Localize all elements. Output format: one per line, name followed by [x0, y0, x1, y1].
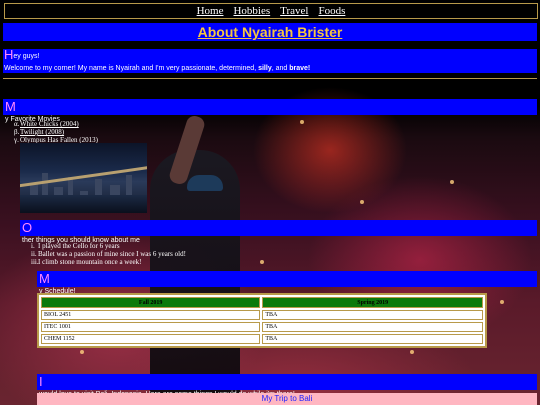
water: [20, 195, 147, 213]
intro-text-silly: silly: [258, 65, 272, 72]
top-navigation: Home Hobbies Travel Foods: [4, 3, 538, 19]
movie-link-white-chicks[interactable]: White Chicks (2004): [20, 120, 79, 128]
column-header-spring: Spring 2019: [262, 297, 483, 308]
table-cell: BIOL 2451: [41, 310, 261, 320]
performer-cap: [187, 175, 223, 191]
table-header-row: Fall 2019 Spring 2019: [41, 297, 483, 308]
fact-text: I climb stone mountain once a week!: [38, 258, 142, 266]
table-cell: TBA: [262, 322, 483, 332]
table-cell: CHEM 1152: [41, 334, 261, 344]
intro-section: Hey guys! Welcome to my corner! My name …: [3, 47, 537, 75]
other-facts-list: i. I played the Cello for 6 years ii.Ball…: [31, 242, 186, 266]
list-item: iii.I climb stone mountain once a week!: [31, 258, 186, 266]
schedule-table: Fall 2019 Spring 2019 BIOL 2451 TBA ITEC…: [37, 293, 487, 348]
stage-light: [260, 260, 264, 264]
movie-list: α.White Chicks (2004) β.Twilight (2008) …: [14, 120, 98, 144]
list-marker: iii.: [31, 258, 39, 266]
divider: [3, 78, 537, 79]
other-section-heading: Other things you should know about me: [20, 220, 537, 244]
movies-heading-initial: M: [5, 99, 16, 114]
stage-light: [410, 350, 414, 354]
column-header-fall: Fall 2019: [41, 297, 261, 308]
fact-text: I played the Cello for 6 years: [38, 242, 120, 250]
bali-heading-initial: I: [39, 374, 43, 389]
list-item: i. I played the Cello for 6 years: [31, 242, 186, 250]
list-marker: ii.: [31, 250, 37, 258]
list-item: α.White Chicks (2004): [14, 120, 98, 128]
nav-home-link[interactable]: Home: [197, 4, 224, 18]
intro-heading-rest: ey guys!: [13, 53, 40, 60]
intro-heading-initial: H: [4, 47, 14, 62]
nav-hobbies-link[interactable]: Hobbies: [233, 4, 270, 18]
intro-text-brave: brave!: [289, 65, 311, 72]
intro-text-start: Welcome to my corner! My name is Nyairah…: [4, 65, 259, 72]
table-row: ITEC 1001 TBA: [41, 322, 483, 332]
nav-travel-link[interactable]: Travel: [280, 4, 308, 18]
list-marker: i.: [31, 242, 35, 250]
intro-text: Welcome to my corner! My name is Nyairah…: [4, 63, 310, 75]
table-cell: TBA: [262, 310, 483, 320]
stage-light: [500, 300, 504, 304]
intro-heading: Hey guys!: [4, 47, 40, 63]
stage-light: [360, 200, 364, 204]
schedule-section-heading: My Schedule!: [37, 271, 537, 295]
stage-light: [80, 350, 84, 354]
fact-text: Ballet was a passion of mine since I was…: [38, 250, 186, 258]
movie-link-twilight[interactable]: Twilight (2008): [20, 128, 64, 136]
list-item: β.Twilight (2008): [14, 128, 98, 136]
movies-section-heading: My Favorite Movies: [3, 99, 537, 123]
nav-foods-link[interactable]: Foods: [318, 4, 345, 18]
trip-to-bali-link[interactable]: My Trip to Bali: [37, 393, 537, 405]
other-heading-initial: O: [22, 220, 33, 235]
table-cell: ITEC 1001: [41, 322, 261, 332]
city-bridge-image: [20, 143, 147, 213]
list-item: ii.Ballet was a passion of mine since I …: [31, 250, 186, 258]
table-row: CHEM 1152 TBA: [41, 334, 483, 344]
schedule-heading-initial: M: [39, 271, 50, 286]
table-row: BIOL 2451 TBA: [41, 310, 483, 320]
intro-text-mid: , and: [271, 65, 290, 72]
stage-light: [450, 180, 454, 184]
page-title: About Nyairah Brister: [3, 23, 537, 41]
table-cell: TBA: [262, 334, 483, 344]
bali-section-heading: I would love to visit Bali, Indonesia. H…: [37, 374, 537, 398]
